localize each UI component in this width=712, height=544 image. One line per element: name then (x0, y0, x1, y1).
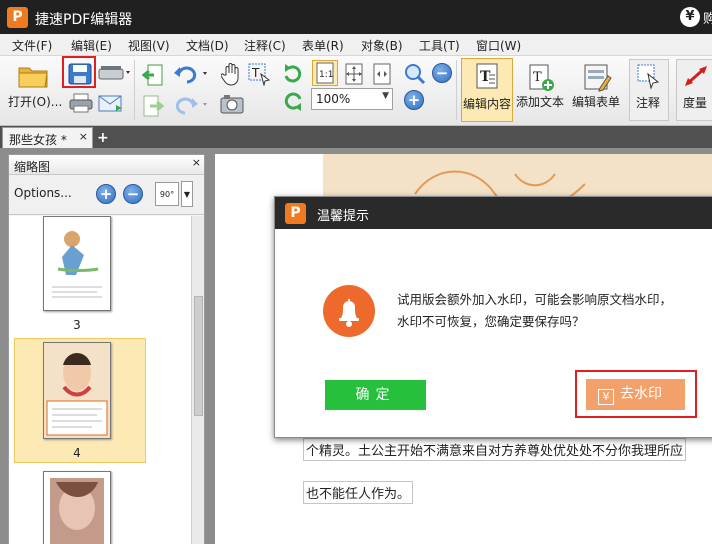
email-icon[interactable] (97, 92, 125, 114)
title-bar: P 捷速PDF编辑器 ¥ 购 (0, 0, 712, 34)
fit-page-icon[interactable] (342, 61, 366, 87)
menu-edit[interactable]: 编辑(E) (71, 37, 112, 54)
zoom-in-button[interactable]: + (404, 90, 424, 110)
options-dropdown[interactable]: Options... (14, 186, 72, 200)
open-button[interactable]: 打开(O)... (8, 93, 62, 110)
svg-text:T: T (251, 66, 260, 80)
bell-icon (323, 285, 375, 337)
thumbnail-toolbar: Options... + − 90° ▼ (9, 175, 204, 215)
separator (134, 60, 135, 120)
chevron-down-icon: ▼ (382, 91, 389, 101)
svg-text:T: T (533, 70, 542, 85)
redo-icon[interactable] (172, 93, 210, 117)
edit-form-button[interactable]: 编辑表单 (572, 93, 620, 110)
measure-button[interactable]: 度量 (676, 59, 712, 121)
extract-page-icon[interactable] (141, 93, 165, 119)
rotate-label: 90° (159, 190, 175, 199)
document-tab-bar: 那些女孩 * × + (0, 126, 712, 148)
separator (456, 60, 457, 120)
actual-size-button[interactable]: 1:1 (312, 60, 338, 86)
menu-bar: 文件(F) 编辑(E) 视图(V) 文档(D) 注释(C) 表单(R) 对象(B… (0, 34, 712, 56)
open-folder-icon[interactable] (16, 62, 50, 90)
annotate-button[interactable]: 注释 (629, 59, 669, 121)
add-text-icon[interactable]: T (526, 62, 556, 94)
save-warning-dialog: P 温馨提示 试用版会额外加入水印，可能会影响原文档水印， 水印不可恢复，您确定… (274, 196, 712, 438)
enlarge-thumbnails-button[interactable]: + (96, 184, 116, 204)
edit-content-button[interactable]: T 编辑内容 (461, 58, 513, 122)
dialog-logo: P (285, 203, 306, 224)
menu-tools[interactable]: 工具(T) (419, 37, 460, 54)
menu-file[interactable]: 文件(F) (12, 37, 52, 54)
menu-object[interactable]: 对象(B) (361, 37, 403, 54)
zoom-out-button[interactable]: − (432, 63, 452, 83)
thumbnail-panel-header: 缩略图 × (9, 155, 204, 175)
page-thumbnail-3[interactable] (43, 216, 111, 311)
page-thumbnail-4[interactable] (43, 342, 111, 439)
annotate-label: 注释 (636, 96, 661, 110)
document-text-line[interactable]: 也不能任人作为。 (303, 481, 414, 504)
rotate-cw-icon[interactable] (281, 61, 305, 87)
tab-label: 那些女孩 * (9, 133, 67, 147)
thumbnail-list: 3 4 (9, 216, 191, 544)
scrollbar-thumb[interactable] (194, 296, 203, 416)
app-logo: P (7, 7, 28, 28)
rotate-ccw-icon[interactable] (281, 88, 305, 114)
purchase-icon[interactable]: ¥ (680, 7, 700, 27)
page-number: 4 (73, 446, 81, 460)
select-text-icon[interactable]: T (246, 61, 272, 87)
fit-width-icon[interactable] (370, 61, 394, 87)
zoom-value: 100% (316, 92, 351, 106)
edit-content-label: 编辑内容 (463, 97, 512, 111)
remove-watermark-label: 去水印 (620, 386, 662, 402)
dialog-message-line: 水印不可恢复，您确定要保存吗？ (397, 314, 585, 329)
zoom-marquee-icon[interactable] (402, 61, 428, 87)
yen-icon: ¥ (598, 389, 614, 405)
menu-comment[interactable]: 注释(C) (244, 37, 286, 54)
confirm-button[interactable]: 确定 (325, 380, 426, 410)
dialog-title-bar: P 温馨提示 (275, 197, 712, 229)
undo-icon[interactable] (172, 62, 210, 86)
menu-form[interactable]: 表单(R) (302, 37, 344, 54)
toolbar: 打开(O)... T 1:1 100% ▼ − + T 编辑内容 T 添加文本 … (0, 56, 712, 126)
dialog-message: 试用版会额外加入水印，可能会影响原文档水印， 水印不可恢复，您确定要保存吗？ (397, 289, 712, 333)
close-panel-icon[interactable]: × (192, 156, 201, 169)
app-title: 捷速PDF编辑器 (35, 12, 133, 28)
hand-tool-icon[interactable] (220, 61, 244, 87)
rotate-thumbnail-button[interactable]: 90° (155, 182, 179, 206)
edit-form-icon[interactable] (581, 61, 613, 93)
add-tab-button[interactable]: + (97, 130, 109, 146)
add-text-button[interactable]: 添加文本 (516, 93, 564, 110)
dialog-message-line: 试用版会额外加入水印，可能会影响原文档水印， (397, 292, 673, 307)
dialog-title: 温馨提示 (317, 209, 370, 224)
thumbnail-panel-title: 缩略图 (14, 160, 51, 174)
thumbnail-panel: 缩略图 × Options... + − 90° ▼ 3 4 (8, 154, 205, 544)
thumbnail-scrollbar[interactable] (191, 216, 204, 544)
insert-page-icon[interactable] (141, 62, 165, 88)
scanner-icon[interactable] (97, 62, 133, 84)
reduce-thumbnails-button[interactable]: − (123, 184, 143, 204)
document-text-line[interactable]: 个精灵。土公主开始不满意来自对方养尊处优处处不分你我理所应 (303, 438, 687, 461)
menu-document[interactable]: 文档(D) (186, 37, 229, 54)
save-highlight (62, 56, 96, 88)
menu-window[interactable]: 窗口(W) (476, 37, 521, 54)
measure-label: 度量 (683, 96, 708, 110)
tab-document[interactable]: 那些女孩 * × (2, 127, 93, 148)
purchase-label[interactable]: 购 (703, 8, 712, 27)
actual-size-label: 1:1 (319, 70, 333, 80)
remove-watermark-button[interactable]: ¥ 去水印 (586, 379, 685, 410)
menu-view[interactable]: 视图(V) (128, 37, 170, 54)
close-tab-icon[interactable]: × (79, 130, 88, 143)
print-icon[interactable] (68, 92, 94, 114)
snapshot-icon[interactable] (219, 93, 245, 115)
zoom-select[interactable]: 100% ▼ (311, 88, 393, 110)
page-thumbnail-5[interactable] (43, 471, 111, 544)
page-number: 3 (73, 318, 81, 332)
chevron-down-icon[interactable]: ▼ (181, 181, 193, 207)
